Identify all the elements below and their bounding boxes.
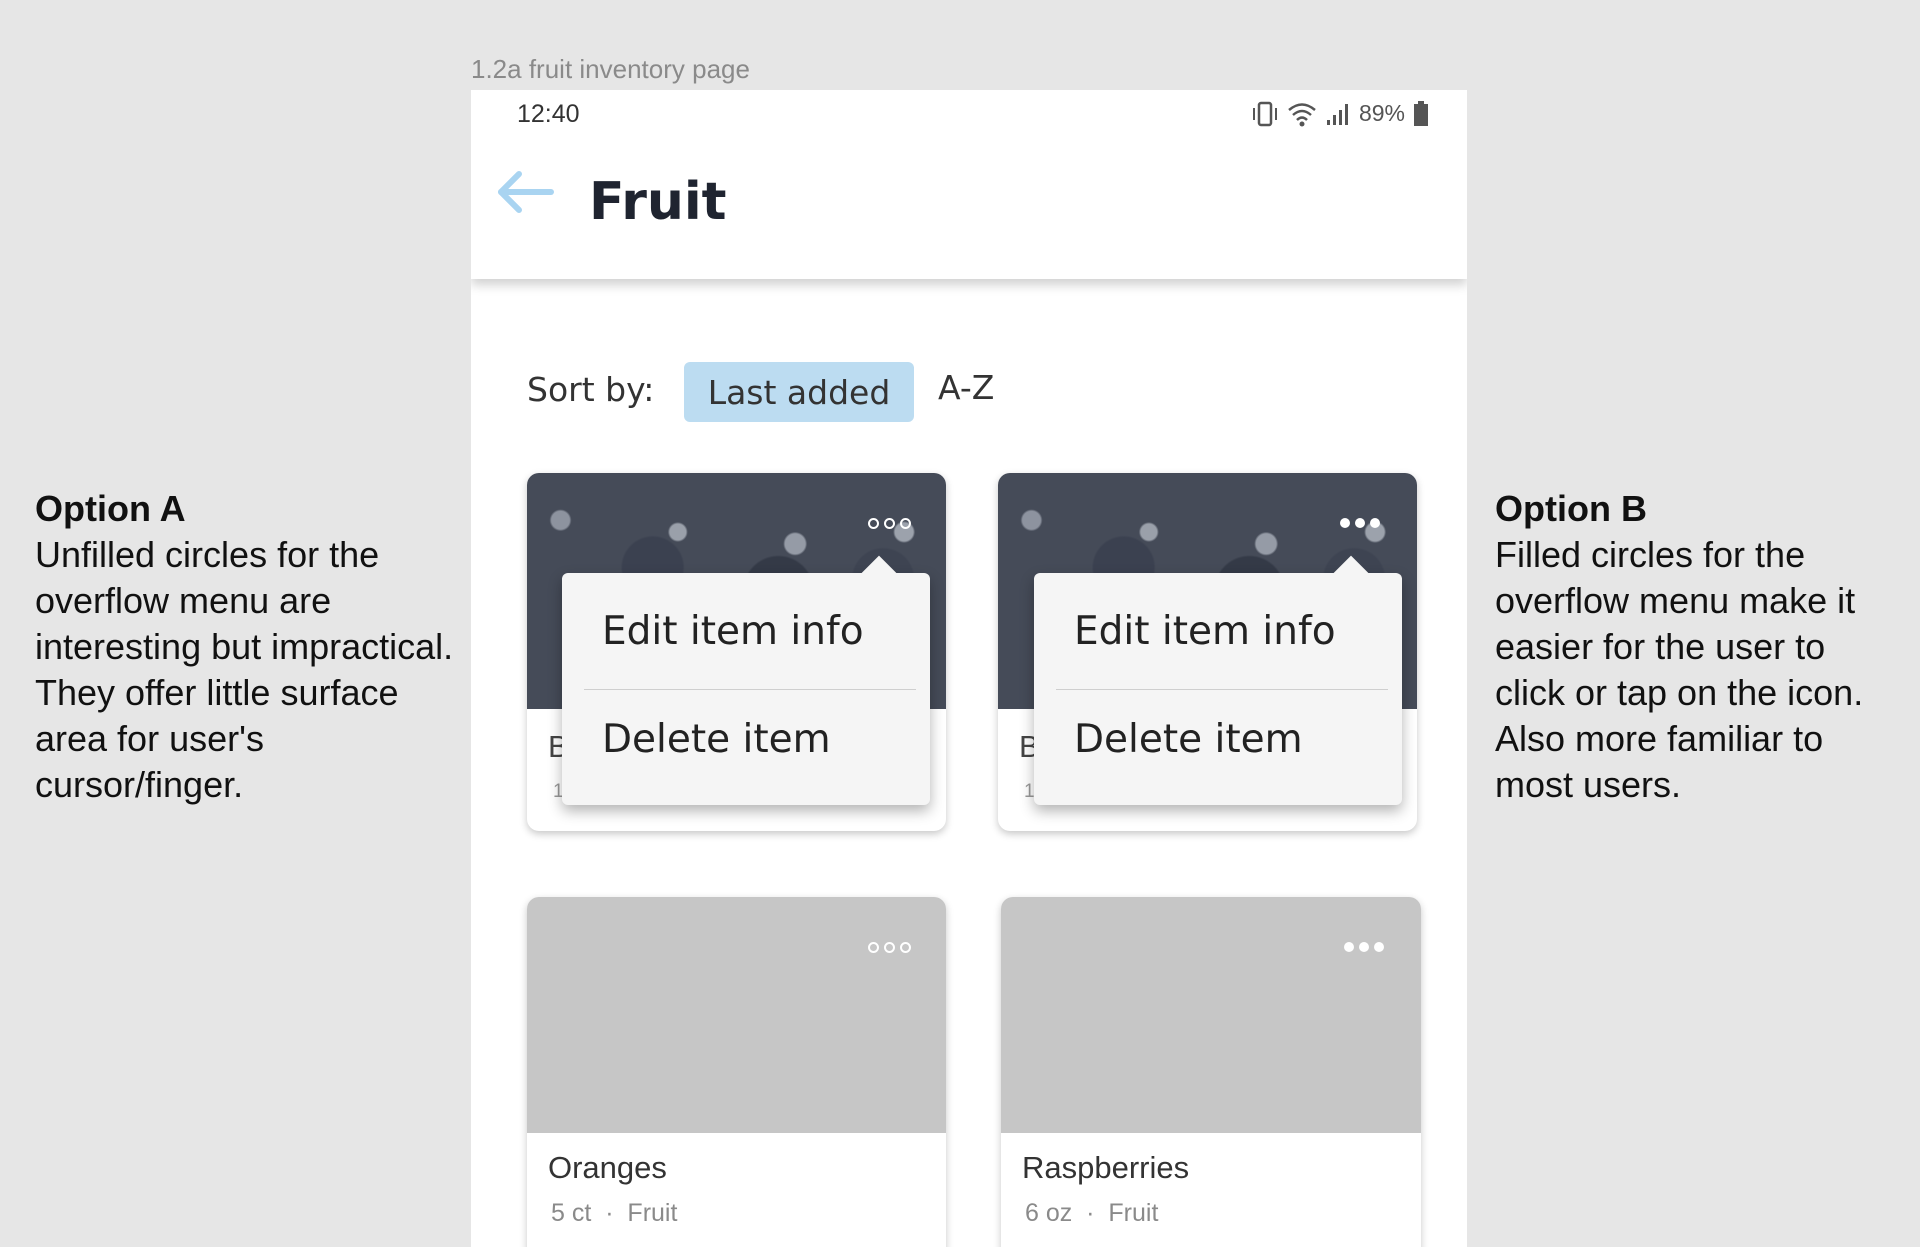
- item-name: Raspberries: [1022, 1150, 1190, 1185]
- menu-item-edit[interactable]: Edit item info: [1074, 609, 1336, 654]
- page-title: Fruit: [589, 172, 727, 232]
- menu-divider: [1056, 689, 1388, 690]
- sort-option-last-added[interactable]: Last added: [684, 362, 914, 422]
- menu-divider: [584, 689, 916, 690]
- more-horizontal-icon[interactable]: [1340, 518, 1380, 528]
- more-horizontal-icon[interactable]: [868, 942, 911, 953]
- menu-item-edit[interactable]: Edit item info: [602, 609, 864, 654]
- sort-label: Sort by:: [527, 370, 655, 409]
- sort-option-a-z[interactable]: A-Z: [938, 368, 994, 407]
- frame-label: 1.2a fruit inventory page: [471, 54, 750, 84]
- more-horizontal-icon[interactable]: [1344, 942, 1384, 952]
- item-card[interactable]: Oranges 5 ct · Fruit: [527, 897, 946, 1247]
- item-qty: 6 oz: [1025, 1199, 1073, 1227]
- annotation-body: Unfilled circles for the overflow menu a…: [35, 534, 454, 805]
- item-card[interactable]: Raspberries 6 oz · Fruit: [1001, 897, 1421, 1247]
- meta-separator: ·: [1079, 1199, 1102, 1227]
- item-name: Oranges: [548, 1150, 667, 1185]
- phone-screen: 12:40 89% Fruit Sort by: Last added A-Z …: [471, 90, 1467, 1247]
- status-time: 12:40: [517, 100, 580, 128]
- meta-separator: ·: [598, 1199, 621, 1227]
- item-qty: 5 ct: [551, 1199, 592, 1227]
- annotation-option-b: Option B Filled circles for the overflow…: [1495, 486, 1895, 808]
- item-meta: 6 oz · Fruit: [1025, 1199, 1158, 1228]
- menu-item-delete[interactable]: Delete item: [1074, 717, 1303, 762]
- annotation-option-a: Option A Unfilled circles for the overfl…: [35, 486, 475, 808]
- item-image-placeholder: [1001, 897, 1421, 1133]
- app-bar: 12:40 89% Fruit: [471, 90, 1467, 279]
- signal-icon: [1326, 103, 1348, 125]
- battery-icon: [1414, 100, 1428, 126]
- arrow-left-icon[interactable]: [495, 170, 555, 214]
- wifi-icon: [1288, 102, 1316, 126]
- battery-percent: 89%: [1358, 100, 1405, 126]
- menu-item-delete[interactable]: Delete item: [602, 717, 831, 762]
- vibrate-icon: [1252, 101, 1277, 126]
- item-category: Fruit: [627, 1199, 678, 1227]
- overflow-menu: Edit item info Delete item: [562, 555, 930, 805]
- overflow-menu: Edit item info Delete item: [1034, 555, 1402, 805]
- item-category: Fruit: [1108, 1199, 1159, 1227]
- item-meta: 1: [1024, 781, 1035, 802]
- item-image-placeholder: [527, 897, 946, 1133]
- annotation-title: Option A: [35, 488, 186, 529]
- annotation-title: Option B: [1495, 488, 1647, 529]
- more-horizontal-icon[interactable]: [868, 518, 911, 529]
- annotation-body: Filled circles for the overflow menu mak…: [1495, 534, 1864, 805]
- status-icons: 89%: [1251, 100, 1429, 127]
- item-meta: 5 ct · Fruit: [551, 1199, 677, 1228]
